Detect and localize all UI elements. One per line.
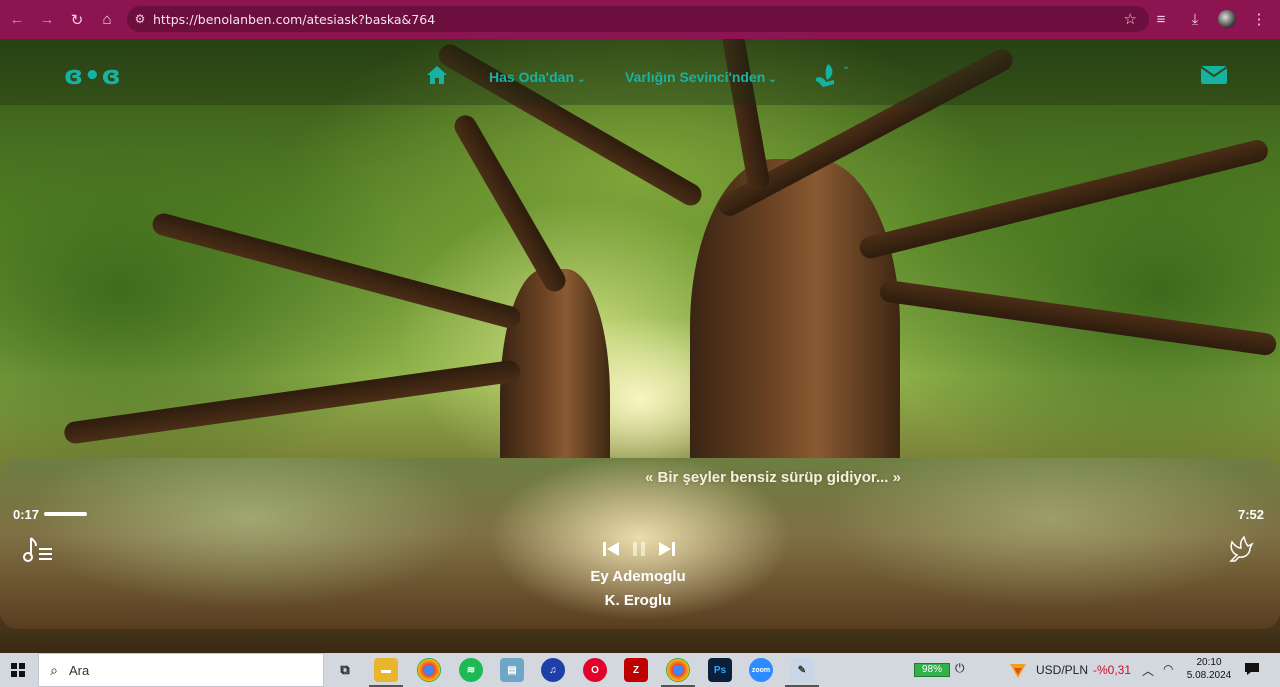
search-placeholder: Ara: [69, 662, 90, 678]
notifications-icon[interactable]: [1244, 662, 1260, 676]
chrome-icon[interactable]: [417, 658, 441, 682]
wifi-icon[interactable]: ◠: [1163, 662, 1173, 676]
mail-icon[interactable]: [1200, 65, 1228, 85]
player-quote: « Bir şeyler bensiz sürüp gidiyor... »: [645, 469, 901, 486]
opera-icon[interactable]: O: [583, 658, 607, 682]
nav-varligin-sevinci-label: Varlığın Sevinci'nden: [625, 69, 766, 85]
leaf-hand-icon[interactable]: [814, 62, 838, 88]
audio-app-icon[interactable]: ♫: [541, 658, 565, 682]
windows-logo-icon: [11, 663, 25, 677]
clock-date: 5.08.2024: [1186, 670, 1232, 681]
tree-branch: [878, 279, 1278, 357]
tree-branch: [857, 137, 1271, 261]
power-plug-icon: ⏻: [955, 661, 965, 675]
spotify-icon[interactable]: ≋: [459, 658, 483, 682]
site-info-icon[interactable]: ⚙: [127, 12, 153, 26]
site-header: ɞ•ɞ Has Oda'dan ⌄ Varlığın Sevinci'nden ⌄ …: [0, 39, 1280, 105]
browser-toolbar: ← → ↻ ⌂ ⚙ https://benolanben.com/atesias…: [0, 0, 1280, 39]
clock-time: 20:10: [1196, 657, 1222, 668]
site-logo[interactable]: ɞ•ɞ: [64, 61, 122, 91]
bookmark-star-icon[interactable]: ☆: [1124, 10, 1137, 28]
music-player: « Bir şeyler bensiz sürüp gidiyor... » 0…: [0, 458, 1280, 629]
chevron-down-icon[interactable]: ⌄: [842, 61, 850, 72]
address-bar[interactable]: ⚙ https://benolanben.com/atesiask?baska&…: [127, 6, 1149, 32]
file-explorer-icon[interactable]: ▬: [369, 658, 403, 687]
progress-bar[interactable]: [44, 512, 1236, 516]
media-control-icon[interactable]: ≡: [1150, 11, 1172, 28]
taskbar-search[interactable]: ⌕ Ara: [38, 653, 324, 687]
currency-change[interactable]: -%0,31: [1093, 663, 1131, 677]
tree-branch: [62, 359, 522, 445]
nav-varligin-sevinci[interactable]: Varlığın Sevinci'nden ⌄: [625, 69, 777, 85]
notes-app-icon[interactable]: ▤: [500, 658, 524, 682]
chevron-down-icon: ⌄: [577, 74, 586, 85]
elapsed-time: 0:17: [13, 507, 40, 522]
chrome-profile-icon[interactable]: [661, 658, 695, 687]
playlist-icon[interactable]: [22, 534, 54, 564]
reload-button[interactable]: ↻: [62, 5, 92, 35]
total-duration: 7:52: [1238, 507, 1265, 522]
next-track-icon[interactable]: [658, 540, 676, 558]
url-text[interactable]: https://benolanben.com/atesiask?baska&76…: [153, 12, 435, 27]
paint-icon[interactable]: ✎: [785, 658, 819, 687]
dove-icon[interactable]: [1226, 534, 1256, 564]
windows-start-button[interactable]: [0, 653, 36, 687]
hero-background: ɞ•ɞ Has Oda'dan ⌄ Varlığın Sevinci'nden ⌄ …: [0, 39, 1280, 653]
nav-has-oda[interactable]: Has Oda'dan ⌄: [489, 69, 585, 85]
currency-pair[interactable]: USD/PLN: [1036, 663, 1088, 677]
previous-track-icon[interactable]: [602, 540, 620, 558]
search-icon: ⌕: [50, 661, 58, 678]
task-view-icon[interactable]: ⧉: [333, 658, 357, 682]
tree-branch: [450, 111, 570, 296]
back-button[interactable]: ←: [2, 5, 32, 35]
download-icon[interactable]: ⤓: [1184, 11, 1206, 28]
battery-indicator[interactable]: 98%: [914, 663, 950, 677]
currency-ticker-icon[interactable]: [1008, 660, 1028, 680]
progress-fill: [44, 512, 87, 516]
home-icon[interactable]: [426, 65, 448, 85]
photoshop-icon[interactable]: Ps: [708, 658, 732, 682]
taskbar: ⌕ Ara ⧉ ▬ ≋ ▤ ♫ O Z Ps zoom ✎ 98% ⏻ USD/…: [0, 653, 1280, 687]
chevron-down-icon: ⌄: [768, 74, 777, 85]
filezilla-icon[interactable]: Z: [624, 658, 648, 682]
song-title: Ey Ademoglu: [590, 568, 686, 585]
forward-button[interactable]: →: [32, 5, 62, 35]
tree-branch: [150, 211, 523, 331]
nav-has-oda-label: Has Oda'dan: [489, 69, 575, 85]
playback-controls: [602, 540, 676, 558]
home-button[interactable]: ⌂: [92, 5, 122, 35]
system-clock[interactable]: 20:10 5.08.2024: [1186, 656, 1232, 682]
tray-expand-icon[interactable]: ︿: [1142, 662, 1154, 679]
pause-icon[interactable]: [630, 540, 648, 558]
zoom-icon[interactable]: zoom: [749, 658, 773, 682]
browser-menu-icon[interactable]: ⋮: [1248, 10, 1270, 28]
profile-avatar[interactable]: [1218, 10, 1236, 28]
song-artist: K. Eroglu: [604, 592, 672, 609]
